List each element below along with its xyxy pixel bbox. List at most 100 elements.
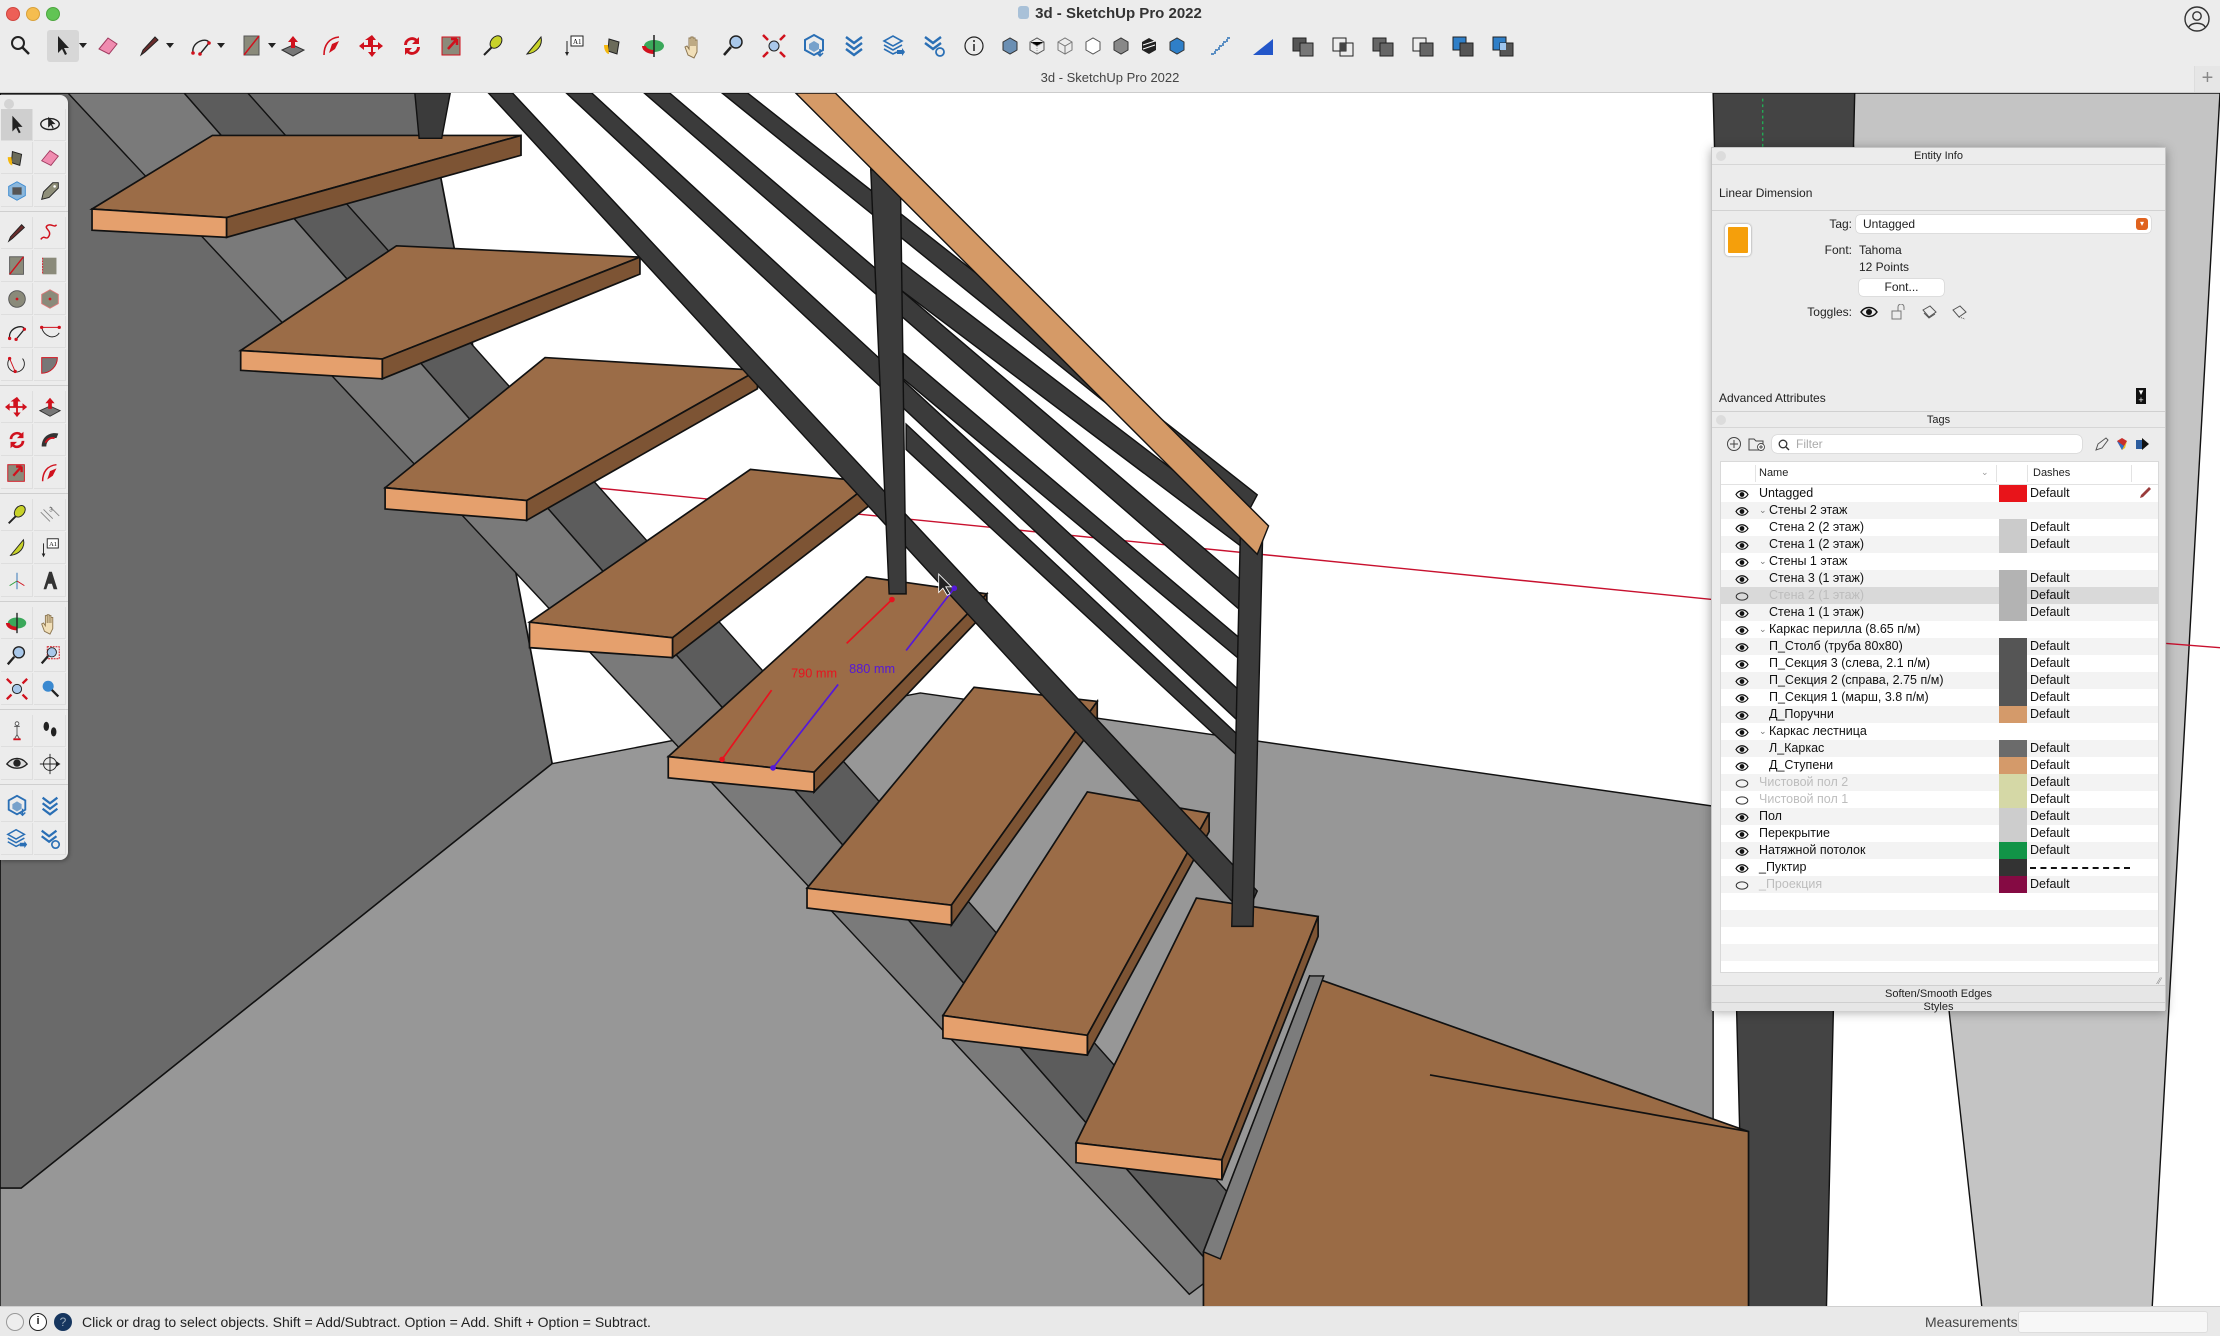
tag-dashes[interactable]: Default	[2030, 570, 2070, 587]
palette-tool-circle-button[interactable]	[1, 283, 33, 315]
visible-eye-icon[interactable]	[1735, 743, 1749, 754]
expand-chevron-icon[interactable]: ⌄	[1759, 502, 1767, 519]
toolbar-subtract-button[interactable]	[1407, 30, 1439, 62]
tag-dashes[interactable]: Default	[2030, 791, 2070, 808]
visible-eye-icon[interactable]	[1735, 539, 1749, 550]
palette-tool-3d-text-button[interactable]	[34, 565, 66, 597]
hidden-eye-icon[interactable]	[1735, 794, 1749, 805]
palette-tool-tag-button[interactable]	[34, 175, 66, 207]
tag-name[interactable]: Стена 3 (1 этаж)	[1769, 570, 1864, 587]
tag-color-swatch[interactable]	[1999, 485, 2027, 502]
tag-name[interactable]: Стена 1 (2 этаж)	[1769, 536, 1864, 553]
palette-tool-paint-bucket-button[interactable]	[1, 142, 33, 174]
visible-eye-icon[interactable]	[1735, 488, 1749, 499]
tag-row[interactable]: Д_Ступени Default	[1721, 757, 2158, 774]
hidden-eye-icon[interactable]	[1735, 879, 1749, 890]
palette-tool-section-plane-button[interactable]	[34, 748, 66, 780]
tag-name[interactable]: П_Секция 2 (справа, 2.75 п/м)	[1769, 672, 1943, 689]
tag-color-swatch[interactable]	[1999, 706, 2027, 723]
document-tab-title[interactable]: 3d - SketchUp Pro 2022	[0, 70, 2220, 85]
tag-row[interactable]: Стена 2 (2 этаж) Default	[1721, 519, 2158, 536]
tag-dashes[interactable]: Default	[2030, 740, 2070, 757]
visible-eye-icon[interactable]	[1735, 828, 1749, 839]
visibility-toggle-eye-icon[interactable]	[1860, 304, 1878, 320]
add-tab-button[interactable]: +	[2194, 66, 2220, 92]
tag-dashes[interactable]: Default	[2030, 689, 2070, 706]
visible-eye-icon[interactable]	[1735, 573, 1749, 584]
toolbar-line-button[interactable]	[134, 30, 174, 62]
toolbar-move-button[interactable]	[356, 30, 388, 62]
toolbar-rotate-button[interactable]	[396, 30, 428, 62]
toolbar-zoom-extents-button[interactable]	[758, 30, 790, 62]
toolbar-wireframe-button[interactable]	[1053, 30, 1077, 62]
palette-tool-look-around-button[interactable]	[1, 748, 33, 780]
toolbar-pan-button[interactable]	[678, 30, 710, 62]
tag-color-swatch[interactable]	[1999, 808, 2027, 825]
palette-tool-text-button[interactable]: A1	[34, 532, 66, 564]
visible-eye-icon[interactable]	[1735, 726, 1749, 737]
tag-dashes[interactable]: Default	[2030, 774, 2070, 791]
tag-row[interactable]: П_Столб (труба 80х80) Default	[1721, 638, 2158, 655]
tag-dashes[interactable]: Default	[2030, 876, 2070, 893]
toolbar-arc-button[interactable]	[185, 30, 225, 62]
palette-tool-zoom-button[interactable]	[1, 640, 33, 672]
tag-dashes[interactable]: Default	[2030, 536, 2070, 553]
palette-tool-dimension-button[interactable]: 3	[34, 499, 66, 531]
tag-color-swatch[interactable]	[1999, 842, 2027, 859]
tag-dashes[interactable]: Default	[2030, 706, 2070, 723]
visible-eye-icon[interactable]	[1735, 709, 1749, 720]
palette-tool-zoom-extents-button[interactable]	[1, 673, 33, 705]
tag-name[interactable]: Чистовой пол 1	[1759, 791, 1848, 808]
tag-row[interactable]: Пол Default	[1721, 808, 2158, 825]
entity-color-swatch[interactable]	[1725, 224, 1751, 256]
toolbar-model-info-button[interactable]	[958, 30, 990, 62]
palette-tool-tape-measure-button[interactable]	[1, 499, 33, 531]
tag-dashes[interactable]: Default	[2030, 604, 2070, 621]
tag-name[interactable]: Стены 1 этаж	[1769, 553, 1847, 570]
toolbar-trim-button[interactable]	[1447, 30, 1479, 62]
dash-pattern[interactable]	[2030, 867, 2130, 869]
tag-name[interactable]: Стена 2 (2 этаж)	[1769, 519, 1864, 536]
tag-dashes[interactable]: Default	[2030, 808, 2070, 825]
cast-shadows-toggle-icon[interactable]	[1950, 304, 1968, 320]
visible-eye-icon[interactable]	[1735, 607, 1749, 618]
visible-eye-icon[interactable]	[1735, 760, 1749, 771]
tag-color-swatch[interactable]	[1999, 825, 2027, 842]
toolbar-3d-warehouse-button[interactable]	[798, 30, 830, 62]
palette-tool-orbit-button[interactable]	[1, 607, 33, 639]
column-header-name[interactable]: Name	[1759, 467, 1788, 479]
tag-color-swatch[interactable]	[1999, 689, 2027, 706]
tag-row[interactable]: Л_Каркас Default	[1721, 740, 2158, 757]
font-button[interactable]: Font...	[1859, 279, 1944, 296]
palette-tool-pie-button[interactable]	[34, 349, 66, 381]
tag-row[interactable]: ⌄ Стены 1 этаж	[1721, 553, 2158, 570]
palette-tool-make-component-button[interactable]	[1, 175, 33, 207]
dropdown-arrow-icon[interactable]	[79, 43, 87, 48]
toolbar-monochrome-button[interactable]	[1165, 30, 1189, 62]
palette-tool-walk-button[interactable]	[34, 715, 66, 747]
palette-tool-scale-button[interactable]	[1, 457, 33, 489]
tag-name[interactable]: _Пуктир	[1759, 859, 1806, 876]
expand-chevron-icon[interactable]: ⌄	[1759, 553, 1767, 570]
dropdown-arrow-icon[interactable]	[166, 43, 174, 48]
tag-color-swatch[interactable]	[1999, 604, 2027, 621]
user-account-icon[interactable]	[2182, 4, 2212, 34]
toolbar-layout-button[interactable]	[878, 30, 910, 62]
tag-name[interactable]: Стены 2 этаж	[1769, 502, 1847, 519]
toolbar-select-button[interactable]	[47, 30, 87, 62]
toolbar-push-pull-button[interactable]	[277, 30, 309, 62]
visible-eye-icon[interactable]	[1735, 641, 1749, 652]
tag-row[interactable]: Чистовой пол 1 Default	[1721, 791, 2158, 808]
palette-tool-freehand-button[interactable]	[34, 217, 66, 249]
geo-location-icon[interactable]	[6, 1313, 24, 1331]
tag-color-swatch[interactable]	[1999, 655, 2027, 672]
palette-tool-arc-button[interactable]	[1, 316, 33, 348]
toolbar-text-button[interactable]: A1	[558, 30, 590, 62]
palette-tool-select-arrow-button[interactable]	[1, 109, 33, 141]
tag-dashes[interactable]: Default	[2030, 672, 2070, 689]
visible-eye-icon[interactable]	[1735, 692, 1749, 703]
palette-tool-push-pull-button[interactable]	[34, 391, 66, 423]
palette-tool-pencil-button[interactable]	[1, 217, 33, 249]
tag-name[interactable]: Натяжной потолок	[1759, 842, 1865, 859]
tag-color-swatch[interactable]	[1999, 757, 2027, 774]
